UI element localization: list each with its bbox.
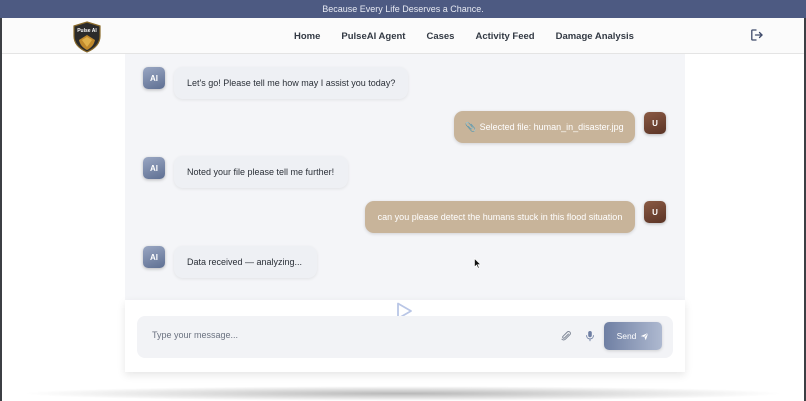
nav-item-home[interactable]: Home xyxy=(294,31,320,42)
user-message-text: can you please detect the humans stuck i… xyxy=(377,212,623,222)
ai-avatar-label: AI xyxy=(150,252,158,262)
send-button-label: Send xyxy=(616,331,637,341)
tagline-banner: Because Every Life Deserves a Chance. xyxy=(0,0,806,18)
nav-item-cases[interactable]: Cases xyxy=(426,31,454,42)
ai-message-bubble: Noted your file please tell me further! xyxy=(174,156,348,188)
ai-avatar-label: AI xyxy=(150,73,158,83)
paper-plane-icon xyxy=(641,332,649,340)
logout-icon xyxy=(751,29,763,41)
window-border-left xyxy=(0,0,2,401)
message-input-placeholder: Type your message... xyxy=(152,330,239,340)
ai-avatar: AI xyxy=(143,246,165,268)
ai-message-text: Data received — analyzing... xyxy=(187,257,303,267)
user-avatar-label: U xyxy=(652,207,658,217)
ai-message-bubble: Data received — analyzing... xyxy=(174,246,317,278)
user-message-bubble: can you please detect the humans stuck i… xyxy=(365,201,635,233)
paperclip-icon: 📎 xyxy=(465,121,477,132)
logo-text: Pulse AI xyxy=(77,28,97,34)
nav-item-activity-feed[interactable]: Activity Feed xyxy=(475,31,534,42)
ai-avatar-label: AI xyxy=(150,163,158,173)
footer-shadow xyxy=(20,386,786,401)
mouse-cursor-icon xyxy=(474,258,481,269)
send-button[interactable]: Send xyxy=(604,322,662,350)
user-avatar: U xyxy=(644,112,666,134)
microphone-icon[interactable] xyxy=(584,330,596,342)
nav-item-pulseai-agent[interactable]: PulseAI Agent xyxy=(341,31,405,42)
ai-message-text: Noted your file please tell me further! xyxy=(187,167,335,177)
attach-icon[interactable] xyxy=(560,330,572,342)
user-avatar-label: U xyxy=(652,118,658,128)
logout-button[interactable] xyxy=(750,28,764,42)
user-avatar: U xyxy=(644,201,666,223)
shield-logo-icon xyxy=(73,21,101,53)
ai-message-bubble: Let's go! Please tell me how may I assis… xyxy=(174,67,408,99)
user-message-text: Selected file: human_in_disaster.jpg xyxy=(479,122,624,132)
ai-message-text: Let's go! Please tell me how may I assis… xyxy=(187,78,396,88)
ai-avatar: AI xyxy=(143,157,165,179)
nav-item-damage-analysis[interactable]: Damage Analysis xyxy=(556,31,634,42)
ai-avatar: AI xyxy=(143,67,165,89)
tagline-text: Because Every Life Deserves a Chance. xyxy=(322,4,484,14)
user-message-bubble: 📎 Selected file: human_in_disaster.jpg xyxy=(454,111,635,143)
main-nav: Home PulseAI Agent Cases Activity Feed D… xyxy=(294,18,655,54)
pulse-ai-logo[interactable]: Pulse AI xyxy=(72,21,102,53)
top-navbar: Pulse AI Home PulseAI Agent Cases Activi… xyxy=(2,18,804,54)
